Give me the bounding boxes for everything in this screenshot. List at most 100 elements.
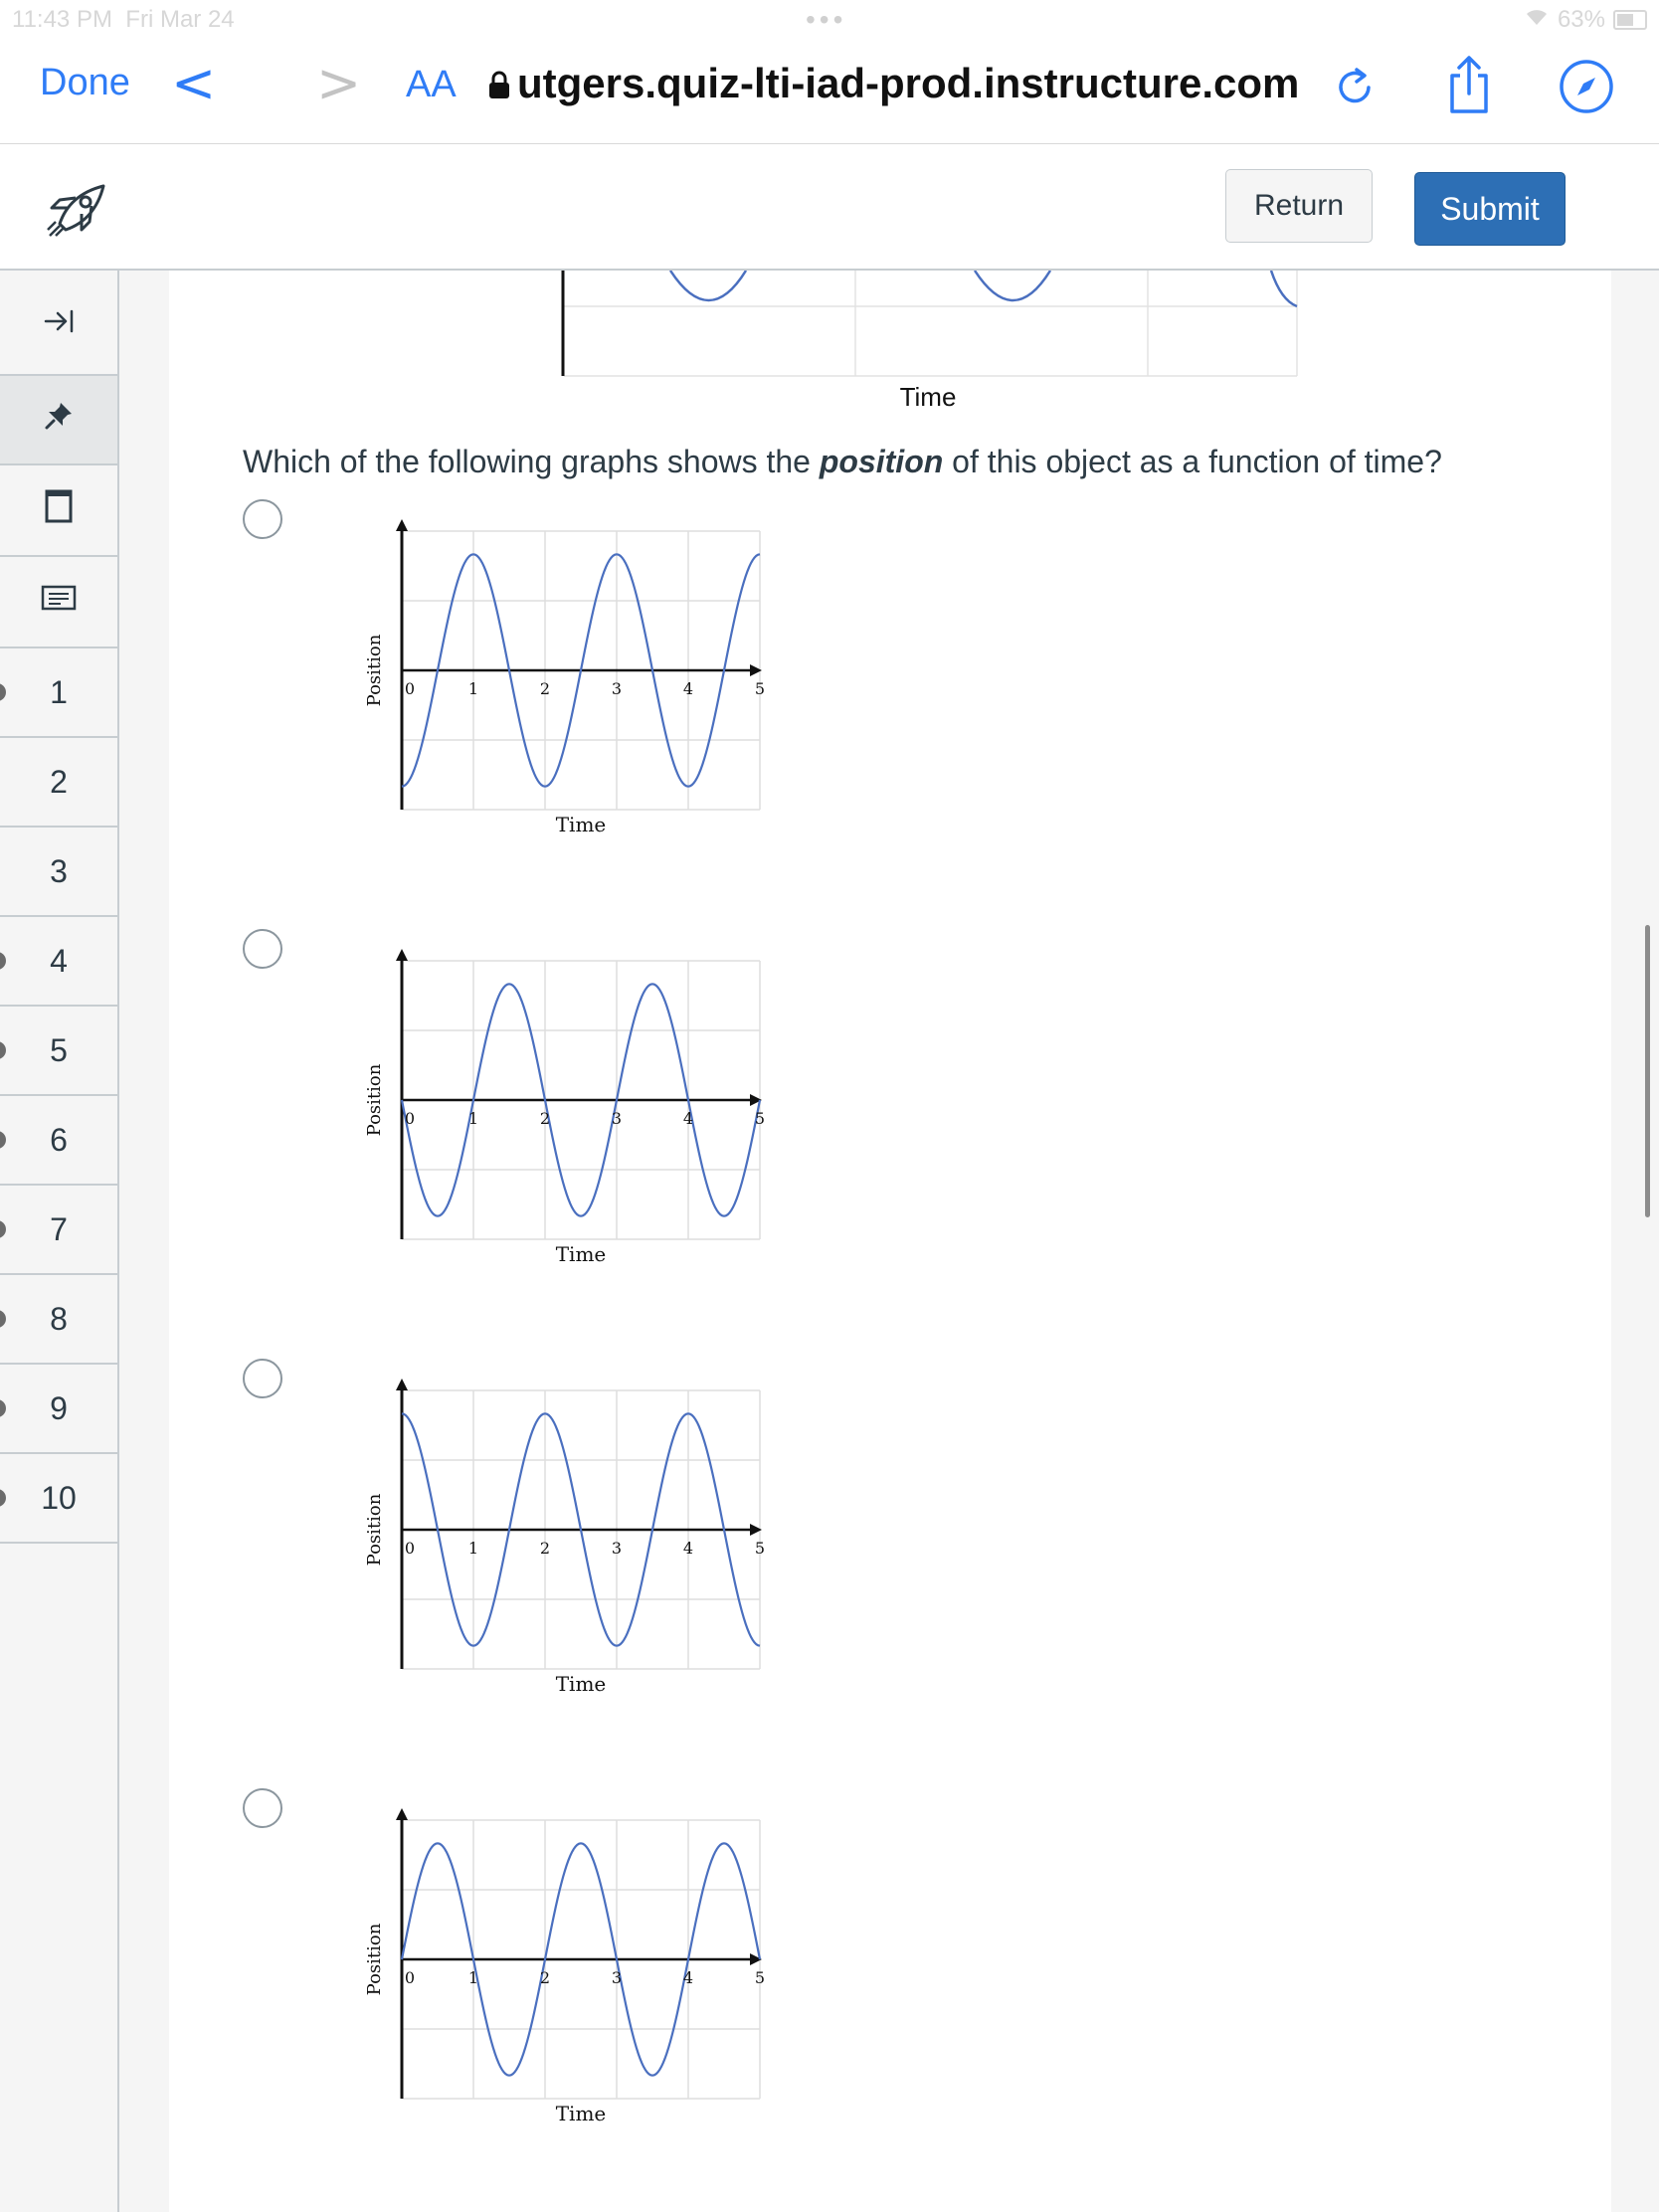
x-tick-label: 5 (755, 1539, 765, 1558)
x-tick-label: 0 (405, 1109, 415, 1128)
status-bar: 11:43 PM Fri Mar 24 ••• 63% (0, 0, 1659, 40)
previous-graph: Time (561, 271, 1298, 410)
x-tick-label: 3 (612, 1539, 622, 1558)
x-tick-label: 0 (405, 1539, 415, 1558)
answered-marker (0, 683, 6, 701)
multitasking-dots[interactable]: ••• (806, 4, 846, 36)
answered-marker (0, 1399, 6, 1417)
battery-percent: 63% (1557, 6, 1605, 33)
question-number: 5 (50, 1031, 68, 1068)
question-nav-1[interactable]: 1 (0, 648, 117, 738)
x-tick-label: 4 (683, 679, 693, 698)
pin-icon (44, 401, 74, 439)
x-tick-label: 3 (612, 1968, 622, 1987)
x-tick-label: 2 (540, 1109, 550, 1128)
answer-option-a-radio[interactable] (243, 499, 282, 539)
x-tick-label: 3 (612, 1109, 622, 1128)
x-tick-label: 2 (540, 1968, 550, 1987)
x-tick-label: 0 (405, 679, 415, 698)
answer-option-b-radio[interactable] (243, 929, 282, 969)
answered-marker (0, 1310, 6, 1328)
x-tick-label: 1 (468, 679, 478, 698)
battery-icon (1613, 10, 1647, 30)
answer-option-d-radio[interactable] (243, 1788, 282, 1828)
question-nav-5[interactable]: 5 (0, 1007, 117, 1096)
question-number: 3 (50, 852, 68, 889)
answered-marker (0, 1489, 6, 1507)
answered-marker (0, 952, 6, 970)
previous-graph-curve (668, 271, 1298, 308)
answered-marker (0, 1041, 6, 1059)
x-axis-label: Time (556, 2102, 607, 2125)
question-number: 2 (50, 763, 68, 800)
x-tick-label: 4 (683, 1968, 693, 1987)
question-number: 4 (50, 942, 68, 979)
question-number: 1 (50, 673, 68, 710)
collapse-arrow-icon (42, 304, 76, 341)
x-tick-label: 4 (683, 1539, 693, 1558)
y-axis-label: Position (364, 1493, 385, 1566)
x-tick-label: 1 (468, 1109, 478, 1128)
x-tick-label: 1 (468, 1539, 478, 1558)
calculator-button[interactable] (0, 465, 117, 557)
answer-option-c-radio[interactable] (243, 1359, 282, 1398)
back-arrow-icon[interactable]: < (171, 52, 216, 114)
question-number: 9 (50, 1389, 68, 1426)
question-nav-9[interactable]: 9 (0, 1365, 117, 1454)
submit-button[interactable]: Submit (1414, 172, 1566, 246)
text-size-button[interactable]: AA (406, 64, 457, 106)
forward-arrow-icon[interactable]: > (316, 52, 361, 114)
y-axis-arrow (396, 519, 408, 531)
x-tick-label: 3 (612, 679, 622, 698)
question-nav-4[interactable]: 4 (0, 917, 117, 1007)
y-axis-arrow (396, 1808, 408, 1820)
answer-option-c-graph: 0 1 2 3 4 5 Position Time (364, 1379, 765, 1696)
x-tick-label: 5 (755, 1109, 765, 1128)
question-number: 8 (50, 1300, 68, 1337)
answer-option-b-graph: 0 1 2 3 4 5 Position Time (364, 949, 765, 1266)
question-number: 7 (50, 1210, 68, 1247)
question-nav-6[interactable]: 6 (0, 1096, 117, 1186)
pin-button[interactable] (0, 376, 117, 465)
notes-button[interactable] (0, 557, 117, 648)
question-sidebar: 1 2 3 4 5 6 7 8 9 10 (0, 271, 119, 2212)
lock-icon (487, 70, 511, 104)
x-tick-label: 1 (468, 1968, 478, 1987)
answered-marker (0, 1131, 6, 1149)
y-axis-label: Position (364, 634, 385, 706)
answer-option-a-graph: 0 1 2 3 4 5 Position Time (364, 519, 765, 836)
quiz-header: Return Submit (0, 144, 1659, 271)
answer-option-d-graph: 0 1 2 3 4 5 Position Time (364, 1808, 765, 2125)
calculator-icon (45, 489, 73, 531)
status-right: 63% (1524, 6, 1647, 34)
x-tick-label: 4 (683, 1109, 693, 1128)
question-nav-8[interactable]: 8 (0, 1275, 117, 1365)
expand-sidebar-button[interactable] (0, 271, 117, 376)
question-nav-10[interactable]: 10 (0, 1454, 117, 1544)
status-time: 11:43 PM Fri Mar 24 (12, 6, 235, 33)
question-number: 6 (50, 1121, 68, 1158)
x-tick-label: 0 (405, 1968, 415, 1987)
page-scrollbar[interactable] (1645, 925, 1650, 1217)
notes-icon (41, 584, 77, 621)
y-axis-label: Position (364, 1063, 385, 1136)
question-nav-7[interactable]: 7 (0, 1186, 117, 1275)
x-axis-label: Time (556, 813, 607, 836)
x-tick-label: 2 (540, 1539, 550, 1558)
y-axis-label: Position (364, 1923, 385, 1995)
x-tick-label: 2 (540, 679, 550, 698)
done-button[interactable]: Done (40, 62, 130, 104)
wifi-icon (1524, 6, 1550, 34)
question-prompt: Which of the following graphs shows the … (243, 444, 1442, 479)
address-bar[interactable]: utgers.quiz-lti-iad-prod.instructure.com (517, 60, 1299, 107)
question-nav-2[interactable]: 2 (0, 738, 117, 828)
question-nav-3[interactable]: 3 (0, 828, 117, 917)
y-axis-arrow (396, 1379, 408, 1390)
x-axis-label: Time (556, 1242, 607, 1266)
x-tick-label: 5 (755, 1968, 765, 1987)
return-button[interactable]: Return (1225, 169, 1373, 243)
compass-icon[interactable] (1558, 58, 1615, 120)
reload-icon[interactable] (1333, 62, 1377, 114)
share-icon[interactable] (1444, 54, 1494, 120)
x-tick-label: 5 (755, 679, 765, 698)
